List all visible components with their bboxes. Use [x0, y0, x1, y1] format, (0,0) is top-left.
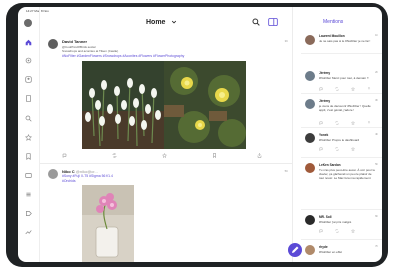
mention-time: 1h	[375, 34, 378, 37]
avatar[interactable]	[305, 163, 315, 173]
avatar[interactable]	[305, 35, 315, 45]
mention-divider	[301, 127, 382, 128]
mention-time: 5h	[375, 163, 378, 166]
favorite-icon[interactable]	[351, 147, 355, 151]
mention-text: #NoFilter en effet	[319, 250, 342, 254]
reply-icon[interactable]	[319, 121, 323, 125]
reply-icon[interactable]	[319, 87, 323, 91]
avatar[interactable]	[305, 215, 315, 225]
search-icon[interactable]	[25, 115, 32, 122]
mention-text: #NoFilter Merci pour tout, à demain !!	[319, 76, 369, 80]
post-image-aconites[interactable]	[164, 61, 246, 149]
tags-icon[interactable]	[25, 210, 32, 217]
post-text: @CoolPicsOfBirds.social Snowdrops and ac…	[62, 45, 118, 53]
mention-author[interactable]: Yonek	[319, 133, 328, 137]
explore-icon[interactable]	[25, 95, 32, 102]
current-user-avatar[interactable]	[24, 19, 32, 27]
mention-time: 2h	[375, 71, 378, 74]
mention-time: 4h	[375, 133, 378, 136]
mention-text: #NoFilter Propre le dashboard	[319, 138, 360, 142]
reply-icon[interactable]	[319, 229, 323, 233]
bookmarks-icon[interactable]	[25, 153, 32, 160]
mention-author[interactable]: Laurent Mouillon	[319, 34, 345, 38]
post-divider	[40, 163, 292, 164]
mention-divider	[301, 157, 382, 158]
sidebar-toggle-icon[interactable]	[268, 18, 278, 26]
sidebar	[18, 7, 40, 262]
avatar[interactable]	[48, 39, 58, 49]
mention-divider	[301, 209, 382, 210]
favorite-icon[interactable]	[351, 121, 355, 125]
timeline-post[interactable]: David Tanner 3h @CoolPicsOfBirds.social …	[40, 29, 292, 158]
avatar[interactable]	[305, 133, 315, 143]
mention-author[interactable]: Jérémy	[319, 71, 330, 75]
boost-icon[interactable]	[335, 87, 339, 91]
post-text-line: Snowdrops and aconites at Tilsen (Castle…	[62, 49, 119, 53]
mention-author[interactable]: MR. Soll	[319, 215, 332, 219]
mention-actions	[319, 147, 379, 151]
avatar[interactable]	[305, 99, 315, 109]
reply-icon[interactable]	[62, 153, 67, 158]
favorites-icon[interactable]	[25, 134, 32, 141]
mention-text: je viens de découvrir #NoFilter ! Quelle…	[319, 104, 371, 112]
share-icon[interactable]	[367, 87, 371, 91]
mentions-column: Mentions Laurent Mouillon 1h Je ne sais …	[293, 7, 382, 262]
app-screen: 14:27 Mon 8 Nov Home David Tanner 3h @Co…	[18, 7, 382, 262]
chevron-down-icon[interactable]	[171, 19, 177, 25]
mentions-title[interactable]: Mentions	[323, 19, 343, 25]
mention-actions	[319, 121, 379, 125]
mention-author[interactable]: rhyde	[319, 245, 328, 249]
post-author[interactable]: David Tanner	[62, 39, 87, 44]
boost-icon[interactable]	[335, 121, 339, 125]
favorite-icon[interactable]	[351, 229, 355, 233]
boost-icon[interactable]	[335, 147, 339, 151]
mention-author[interactable]: LeKen Sardon	[319, 163, 341, 167]
favorite-icon[interactable]	[351, 87, 355, 91]
favorite-icon[interactable]	[162, 153, 167, 158]
mention-text: Je ne sais pas si le #NoFilter je ne fai…	[319, 39, 371, 43]
home-icon[interactable]	[25, 39, 32, 46]
avatar[interactable]	[48, 169, 58, 179]
mention-actions	[319, 87, 379, 91]
boost-icon[interactable]	[335, 229, 339, 233]
post-hashtags[interactable]: #Orchids	[62, 179, 76, 183]
share-icon[interactable]	[367, 121, 371, 125]
post-author-name[interactable]: David Tanner	[62, 39, 87, 44]
mention-divider	[301, 239, 382, 240]
mention-text: Tu n'as plus peut-être aussi. À voir pou…	[319, 168, 375, 180]
mention-time: 6h	[375, 215, 378, 218]
mention-time: 7h	[375, 245, 378, 248]
post-image-orchid[interactable]	[82, 185, 134, 262]
post-time: 3h	[284, 39, 288, 43]
mention-time: 3h	[375, 99, 378, 102]
bookmark-icon[interactable]	[212, 153, 217, 158]
share-icon[interactable]	[257, 153, 262, 158]
post-time: 5h	[284, 169, 288, 173]
avatar[interactable]	[305, 71, 315, 81]
mention-text: #NoFilter j'ai pris malgré	[319, 220, 352, 224]
timeline-post[interactable]: Niko C @niko@cr... 5h #Sony #Fuji X-T5 #…	[40, 165, 292, 262]
lists-icon[interactable]	[25, 191, 32, 198]
profile-icon[interactable]	[25, 76, 32, 83]
post-text-line[interactable]: #Sony #Fuji X-T5 #Sigma 56 f/1.4	[62, 174, 113, 178]
timeline-title[interactable]: Home	[146, 19, 165, 26]
reply-icon[interactable]	[319, 147, 323, 151]
search-icon[interactable]	[252, 18, 260, 26]
mention-divider	[301, 93, 382, 94]
notifications-icon[interactable]	[25, 57, 32, 64]
post-actions	[62, 153, 262, 158]
mention-author[interactable]: Jérémy	[319, 99, 330, 103]
timeline: David Tanner 3h @CoolPicsOfBirds.social …	[40, 29, 292, 262]
mention-divider	[301, 53, 382, 54]
messages-icon[interactable]	[25, 172, 32, 179]
boost-icon[interactable]	[112, 153, 117, 158]
trending-icon[interactable]	[25, 229, 32, 236]
post-image-snowdrops[interactable]	[82, 61, 164, 149]
post-hashtags[interactable]: #NoFilter #GardenFlowers #Snowdrops #Aco…	[62, 54, 184, 58]
mention-actions	[319, 229, 379, 233]
avatar[interactable]	[305, 245, 315, 255]
